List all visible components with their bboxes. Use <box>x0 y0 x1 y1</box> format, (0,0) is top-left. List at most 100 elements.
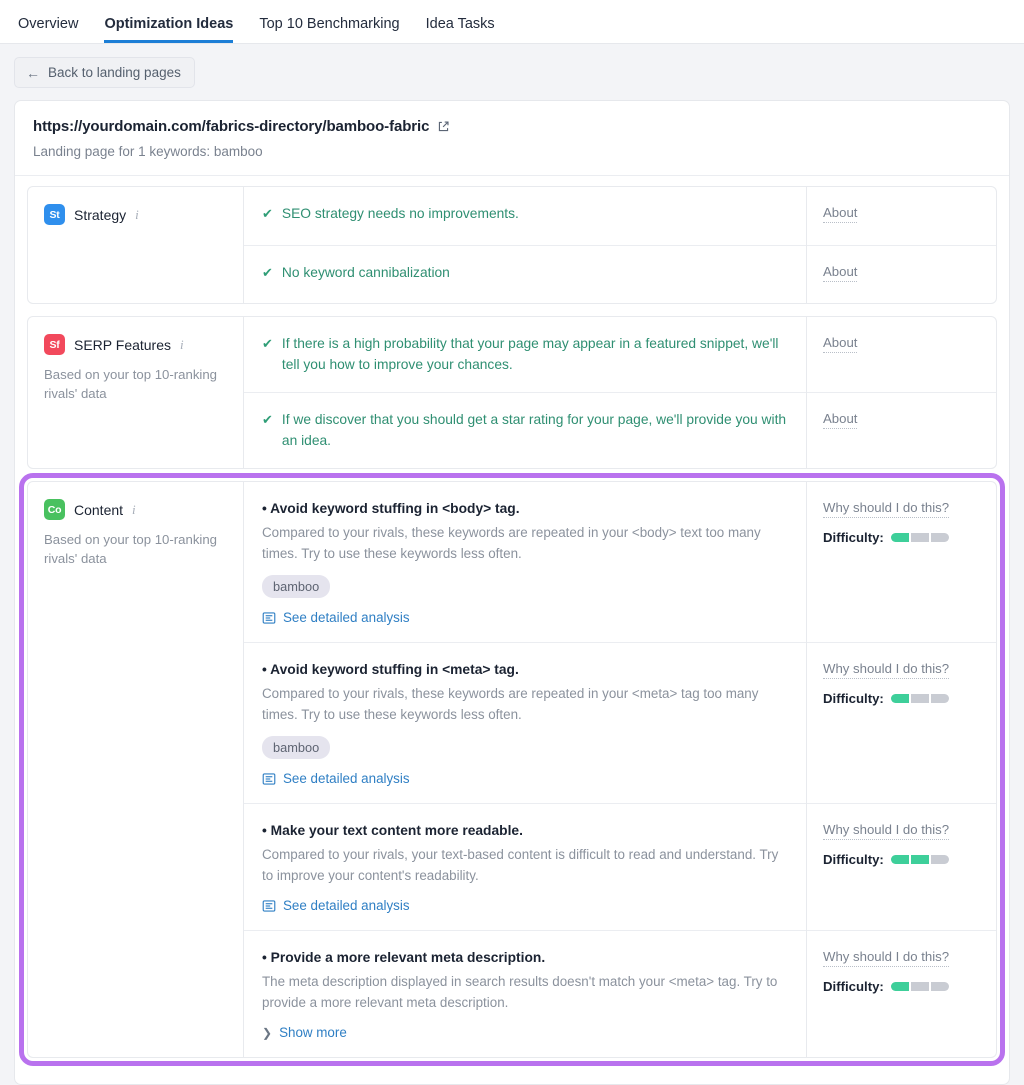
idea-description: Compared to your rivals, these keywords … <box>262 525 761 561</box>
section-label-top: St Strategy i <box>44 204 227 225</box>
info-icon[interactable]: i <box>132 502 136 518</box>
row-right-cell: Why should I do this? Difficulty: <box>807 482 996 642</box>
section-rows: • Avoid keyword stuffing in <body> tag. C… <box>244 482 996 1057</box>
idea-description: Compared to your rivals, your text-based… <box>262 847 779 883</box>
difficulty-segment <box>910 533 929 542</box>
difficulty-indicator: Difficulty: <box>823 979 980 994</box>
difficulty-meter <box>890 533 949 542</box>
section-rows: ✔ If there is a high probability that you… <box>244 317 996 468</box>
difficulty-meter <box>890 855 949 864</box>
difficulty-segment <box>890 855 909 864</box>
why-should-i-do-this-link[interactable]: Why should I do this? <box>823 661 950 679</box>
landing-page-card: https://yourdomain.com/fabrics-directory… <box>14 100 1010 1085</box>
difficulty-segment <box>930 694 949 703</box>
row-right-cell: About <box>807 245 996 303</box>
section-name: Strategy <box>74 206 127 223</box>
arrow-left-icon: ← <box>26 64 40 81</box>
document-analysis-icon <box>262 899 276 913</box>
ok-item-text: SEO strategy needs no improvements. <box>281 206 519 221</box>
row-right-cell: Why should I do this? Difficulty: <box>807 803 996 930</box>
section-note: Based on your top 10-ranking rivals' dat… <box>44 532 218 567</box>
about-link[interactable]: About <box>823 264 858 282</box>
keyword-chips: bamboo <box>262 736 788 760</box>
show-more-link[interactable]: ❯ Show more <box>262 1025 788 1040</box>
info-icon[interactable]: i <box>135 207 139 223</box>
difficulty-segment <box>930 855 949 864</box>
sections-container: St Strategy i ✔ SEO strategy needs no improv… <box>15 176 1009 1084</box>
why-should-i-do-this-link[interactable]: Why should I do this? <box>823 822 950 840</box>
difficulty-indicator: Difficulty: <box>823 691 980 706</box>
ok-item-text: No keyword cannibalization <box>281 265 450 280</box>
page-url[interactable]: https://yourdomain.com/fabrics-directory… <box>33 118 429 135</box>
table-row: ✔ SEO strategy needs no improvements. <box>244 187 806 245</box>
info-icon[interactable]: i <box>180 337 184 353</box>
section-label-serp-features: Sf SERP Features i Based on your top 10-ran… <box>28 317 244 468</box>
section-right-column: About About <box>806 317 996 468</box>
idea-title: • Make your text content more readable. <box>262 823 523 838</box>
why-should-i-do-this-link[interactable]: Why should I do this? <box>823 500 950 518</box>
difficulty-label: Difficulty: <box>823 691 884 706</box>
table-row: ✔ If there is a high probability that you… <box>244 317 806 392</box>
section-right-column: About About <box>806 187 996 303</box>
back-button-label: Back to landing pages <box>48 65 181 80</box>
difficulty-meter <box>890 694 949 703</box>
tab-idea-tasks[interactable]: Idea Tasks <box>426 16 495 44</box>
section-rows: ✔ SEO strategy needs no improvements. ✔ No … <box>244 187 996 303</box>
section-right-column: Why should I do this? Difficulty: Why shou… <box>806 482 996 1057</box>
section-serp-features: Sf SERP Features i Based on your top 10-ran… <box>27 316 997 469</box>
see-detailed-analysis-link[interactable]: See detailed analysis <box>262 898 788 913</box>
row-link-label: See detailed analysis <box>283 610 410 626</box>
row-link-label: See detailed analysis <box>283 771 410 787</box>
why-should-i-do-this-link[interactable]: Why should I do this? <box>823 949 950 967</box>
back-row: ← Back to landing pages <box>0 44 1024 100</box>
about-link[interactable]: About <box>823 335 858 353</box>
difficulty-label: Difficulty: <box>823 530 884 545</box>
check-icon: ✔ <box>262 336 273 351</box>
difficulty-segment <box>910 982 929 991</box>
see-detailed-analysis-link[interactable]: See detailed analysis <box>262 610 788 625</box>
difficulty-meter <box>890 982 949 991</box>
ok-item-text: If we discover that you should get a sta… <box>281 412 787 448</box>
difficulty-segment <box>890 694 909 703</box>
tab-top-10-benchmarking[interactable]: Top 10 Benchmarking <box>259 16 399 44</box>
row-right-cell: Why should I do this? Difficulty: <box>807 642 996 803</box>
ok-item: ✔ If we discover that you should get a st… <box>262 410 788 451</box>
idea-description: Compared to your rivals, these keywords … <box>262 686 759 722</box>
keyword-chip[interactable]: bamboo <box>262 575 331 599</box>
section-name: SERP Features <box>74 336 172 353</box>
url-line: https://yourdomain.com/fabrics-directory… <box>33 118 991 135</box>
tab-overview[interactable]: Overview <box>18 16 78 44</box>
section-strategy: St Strategy i ✔ SEO strategy needs no improv… <box>27 186 997 304</box>
back-to-landing-pages-button[interactable]: ← Back to landing pages <box>14 57 195 88</box>
page-subtitle: Landing page for 1 keywords: bamboo <box>33 144 263 159</box>
section-label-strategy: St Strategy i <box>28 187 244 303</box>
section-label-content: Co Content i Based on your top 10-ranking r… <box>28 482 244 1057</box>
tab-optimization-ideas[interactable]: Optimization Ideas <box>104 16 234 43</box>
ok-item: ✔ SEO strategy needs no improvements. <box>262 204 788 225</box>
section-name: Content <box>74 501 124 518</box>
table-row: • Provide a more relevant meta descripti… <box>244 930 806 1057</box>
check-icon: ✔ <box>262 265 273 280</box>
about-link[interactable]: About <box>823 411 858 429</box>
row-link-label: See detailed analysis <box>283 898 410 914</box>
about-link[interactable]: About <box>823 205 858 223</box>
section-label-top: Sf SERP Features i <box>44 334 227 355</box>
idea-title: • Avoid keyword stuffing in <meta> tag. <box>262 662 519 677</box>
document-analysis-icon <box>262 611 276 625</box>
row-right-cell: About <box>807 392 996 468</box>
difficulty-segment <box>910 694 929 703</box>
external-link-icon[interactable] <box>437 120 450 133</box>
difficulty-label: Difficulty: <box>823 979 884 994</box>
ok-item: ✔ No keyword cannibalization <box>262 263 788 284</box>
keyword-chips: bamboo <box>262 575 788 599</box>
section-label-top: Co Content i <box>44 499 227 520</box>
serp-features-badge-icon: Sf <box>44 334 65 355</box>
difficulty-label: Difficulty: <box>823 852 884 867</box>
row-right-cell: About <box>807 187 996 245</box>
idea-title: • Avoid keyword stuffing in <body> tag. <box>262 501 520 516</box>
section-items: ✔ SEO strategy needs no improvements. ✔ No … <box>244 187 806 303</box>
table-row: • Avoid keyword stuffing in <body> tag. C… <box>244 482 806 642</box>
keyword-chip[interactable]: bamboo <box>262 736 331 760</box>
row-right-cell: Why should I do this? Difficulty: <box>807 930 996 1057</box>
see-detailed-analysis-link[interactable]: See detailed analysis <box>262 771 788 786</box>
